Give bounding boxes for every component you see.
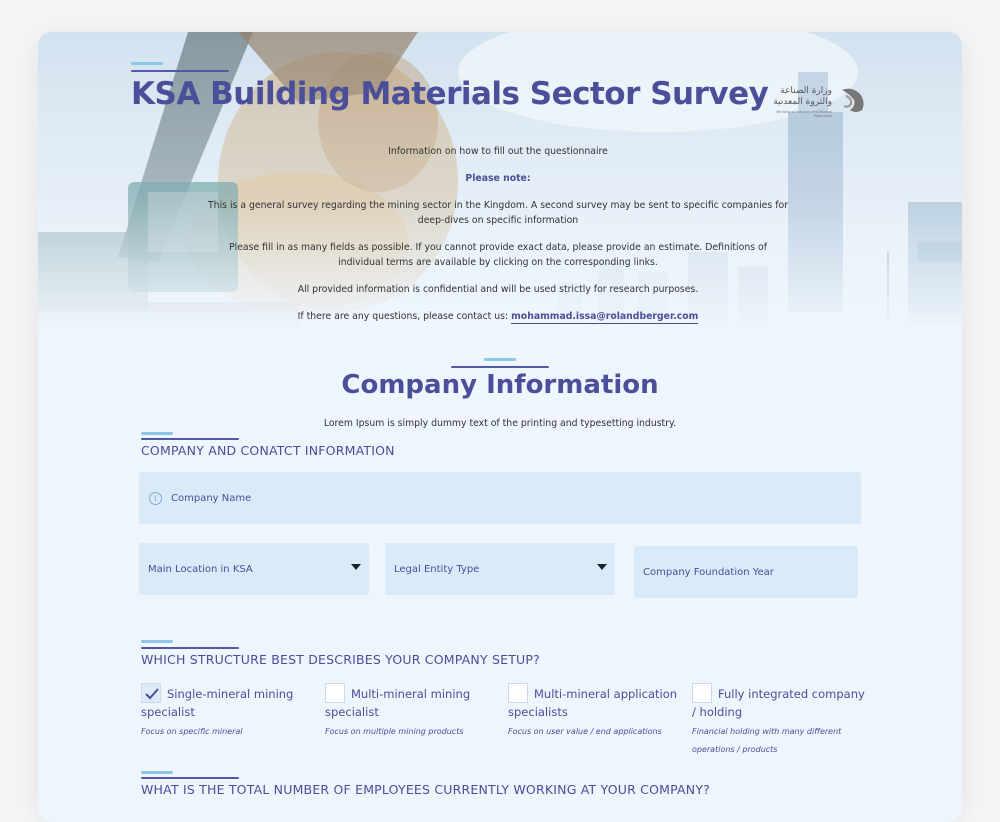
legal-entity-label: Legal Entity Type <box>394 563 480 575</box>
main-location-label: Main Location in KSA <box>148 563 253 575</box>
section-accent-light <box>484 358 516 361</box>
structure-group-heading: WHICH STRUCTURE BEST DESCRIBES YOUR COMP… <box>141 652 540 667</box>
foundation-year-placeholder: Company Foundation Year <box>643 566 774 578</box>
survey-title: KSA Building Materials Sector Survey <box>131 76 769 112</box>
chevron-down-icon <box>597 564 607 570</box>
section-subtitle: Lorem Ipsum is simply dummy text of the … <box>323 418 677 429</box>
title-accent-light <box>131 62 163 65</box>
logo-english-text: Ministry of Industry and Mineral Resourc… <box>776 110 832 118</box>
info-icon[interactable]: i <box>149 491 162 505</box>
main-location-select[interactable]: Main Location in KSA <box>139 543 369 595</box>
instructions-paragraph-3: All provided information is confidential… <box>297 284 699 295</box>
company-name-input[interactable]: i Company Name <box>139 472 861 524</box>
option-description: Financial holding with many different op… <box>692 727 842 754</box>
survey-card: KSA Building Materials Sector Survey وزا… <box>38 32 962 822</box>
logo-arabic-text: وزارة الصناعة والثروة المعدنية <box>768 86 832 108</box>
group-accent-dark <box>141 647 239 649</box>
instructions-paragraph-2: Please fill in as many fields as possibl… <box>229 242 767 268</box>
group-accent-dark <box>141 438 239 440</box>
ministry-emblem-icon <box>842 88 864 112</box>
instructions-block: Information on how to fill out the quest… <box>208 144 788 336</box>
contact-email-link[interactable]: mohammad.issa@rolandberger.com <box>511 311 699 324</box>
option-label: Fully integrated company / holding <box>692 687 865 719</box>
logo-arabic-line-2: والثروة المعدنية <box>773 97 832 107</box>
company-name-placeholder: Company Name <box>171 492 252 504</box>
option-label: Multi-mineral mining specialist <box>325 687 471 719</box>
option-description: Focus on user value / end applications <box>508 727 662 736</box>
group-accent-light <box>141 432 173 435</box>
title-accent-dark <box>131 70 229 72</box>
option-label: Single-mineral mining specialist <box>141 687 294 719</box>
option-description: Focus on multiple mining products <box>325 727 464 736</box>
ministry-logo: وزارة الصناعة والثروة المعدنية Ministry … <box>768 82 870 118</box>
foundation-year-input[interactable]: Company Foundation Year <box>634 546 858 598</box>
logo-arabic-line-1: وزارة الصناعة <box>780 86 832 96</box>
contact-group-heading: COMPANY AND CONATCT INFORMATION <box>141 443 395 458</box>
option-label: Multi-mineral application specialists <box>508 687 678 719</box>
chevron-down-icon <box>351 564 361 570</box>
note-label: Please note: <box>465 173 531 184</box>
option-description: Focus on specific mineral <box>141 727 243 736</box>
employees-group-heading: WHAT IS THE TOTAL NUMBER OF EMPLOYEES CU… <box>141 782 711 797</box>
section-title: Company Information <box>341 370 659 400</box>
instructions-paragraph-1: This is a general survey regarding the m… <box>208 200 788 226</box>
contact-prefix: If there are any questions, please conta… <box>297 311 509 322</box>
group-accent-light <box>141 771 173 774</box>
group-accent-dark <box>141 777 239 779</box>
legal-entity-select[interactable]: Legal Entity Type <box>385 543 615 595</box>
contact-line: If there are any questions, please conta… <box>208 309 788 324</box>
section-accent-dark <box>451 366 549 368</box>
instructions-heading: Information on how to fill out the quest… <box>388 146 608 157</box>
group-accent-light <box>141 640 173 643</box>
